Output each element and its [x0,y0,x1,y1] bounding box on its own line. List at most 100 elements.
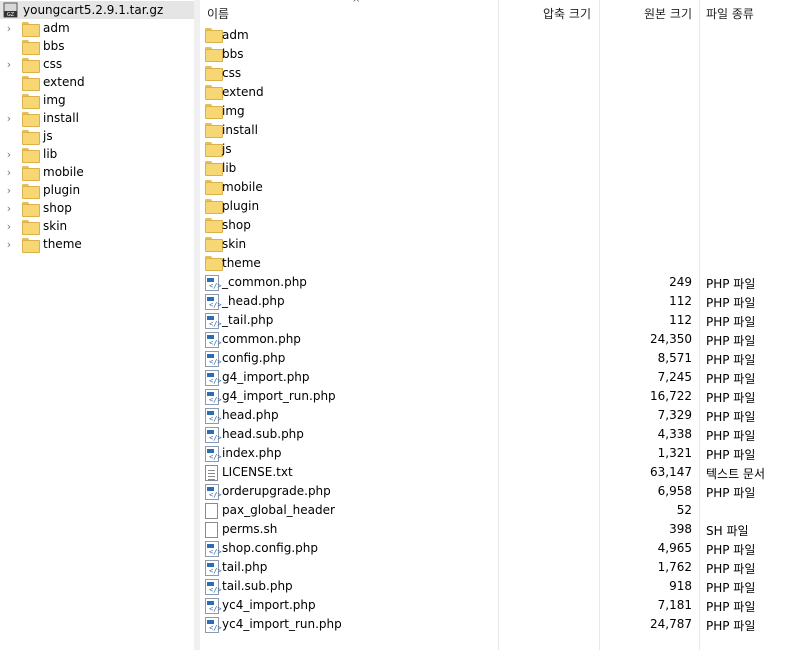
column-header-original[interactable]: 원본 크기 [600,0,699,26]
file-original-size: 7,245 [657,370,692,384]
file-row[interactable]: </> index.php 1,321 PHP 파일 [200,444,800,463]
file-name: skin [222,237,247,251]
php-file-icon: </> [205,560,222,576]
file-name: lib [222,161,237,175]
tree-item[interactable]: › install [0,109,194,127]
file-type: PHP 파일 [706,543,756,557]
code-brackets-icon: </> [209,453,222,461]
tree-item[interactable]: extend [0,73,194,91]
tree-item[interactable]: › skin [0,217,194,235]
chevron-right-icon[interactable]: › [0,199,18,217]
file-row[interactable]: </> _head.php 112 PHP 파일 [200,292,800,311]
column-header-original-label: 원본 크기 [644,6,692,21]
tree-item[interactable]: › adm [0,19,194,37]
folder-icon [22,93,40,109]
tree-item[interactable]: › mobile [0,163,194,181]
file-row[interactable]: LICENSE.txt 63,147 텍스트 문서 [200,463,800,482]
chevron-right-icon[interactable]: › [0,181,18,199]
file-row[interactable]: </> _common.php 249 PHP 파일 [200,273,800,292]
chevron-right-icon[interactable]: › [0,19,18,37]
file-name: shop [222,218,251,232]
file-type: PHP 파일 [706,296,756,310]
file-type: PHP 파일 [706,600,756,614]
tree-item[interactable]: img [0,91,194,109]
file-original-size: 24,787 [650,617,692,631]
column-header-compressed-label: 압축 크기 [543,6,591,21]
chevron-right-icon[interactable]: › [0,217,18,235]
file-row[interactable]: lib [200,159,800,178]
file-row[interactable]: bbs [200,45,800,64]
file-row[interactable]: </> g4_import_run.php 16,722 PHP 파일 [200,387,800,406]
file-name: install [222,123,258,137]
php-file-icon: </> [205,332,222,348]
file-row[interactable]: js [200,140,800,159]
tree-root-archive[interactable]: GZ youngcart5.2.9.1.tar.gz [0,1,194,19]
tree-item[interactable]: js [0,127,194,145]
tree-item[interactable]: bbs [0,37,194,55]
file-row[interactable]: </> tail.php 1,762 PHP 파일 [200,558,800,577]
file-list-pane[interactable]: 이름 ^ 압축 크기 원본 크기 파일 종류 adm bbs css extend im… [200,0,800,650]
file-original-size: 4,965 [657,541,692,555]
file-type: PHP 파일 [706,448,756,462]
folder-icon [22,147,40,163]
file-original-size: 918 [669,579,692,593]
file-row[interactable]: </> yc4_import_run.php 24,787 PHP 파일 [200,615,800,634]
file-row[interactable]: </> orderupgrade.php 6,958 PHP 파일 [200,482,800,501]
tree-item[interactable]: › shop [0,199,194,217]
folder-icon [205,180,223,195]
file-row[interactable]: </> head.sub.php 4,338 PHP 파일 [200,425,800,444]
file-row[interactable]: adm [200,26,800,45]
file-row[interactable]: theme [200,254,800,273]
tree-item[interactable]: › theme [0,235,194,253]
php-file-icon: </> [205,427,222,443]
file-row[interactable]: img [200,102,800,121]
file-row[interactable]: </> common.php 24,350 PHP 파일 [200,330,800,349]
folder-icon [205,123,223,138]
tree-item-label: shop [43,201,72,215]
php-file-icon: </> [205,598,222,614]
file-name: tail.php [222,560,268,574]
file-row[interactable]: css [200,64,800,83]
file-name: config.php [222,351,286,365]
file-name: g4_import_run.php [222,389,336,403]
file-type: PHP 파일 [706,581,756,595]
file-row[interactable]: pax_global_header 52 [200,501,800,520]
chevron-right-icon[interactable]: › [0,235,18,253]
chevron-right-icon[interactable]: › [0,109,18,127]
file-row[interactable]: skin [200,235,800,254]
file-row[interactable]: </> g4_import.php 7,245 PHP 파일 [200,368,800,387]
column-header-compressed[interactable]: 압축 크기 [499,0,599,26]
file-row[interactable]: </> yc4_import.php 7,181 PHP 파일 [200,596,800,615]
file-original-size: 112 [669,313,692,327]
folder-icon [22,75,40,91]
column-header-name[interactable]: 이름 ^ [207,0,497,26]
tree-item[interactable]: › plugin [0,181,194,199]
folder-tree-pane[interactable]: GZ youngcart5.2.9.1.tar.gz › adm bbs › css ex… [0,0,194,650]
column-header-type[interactable]: 파일 종류 [706,0,800,26]
file-row[interactable]: plugin [200,197,800,216]
folder-icon [22,237,40,253]
file-row[interactable]: </> head.php 7,329 PHP 파일 [200,406,800,425]
file-row[interactable]: </> config.php 8,571 PHP 파일 [200,349,800,368]
file-original-size: 1,321 [657,446,692,460]
php-file-icon: </> [205,275,222,291]
file-row[interactable]: extend [200,83,800,102]
column-header-type-label: 파일 종류 [706,6,754,21]
php-file-icon: </> [205,351,222,367]
file-row[interactable]: </> shop.config.php 4,965 PHP 파일 [200,539,800,558]
tree-item[interactable]: › css [0,55,194,73]
chevron-right-icon[interactable]: › [0,55,18,73]
file-row[interactable]: </> _tail.php 112 PHP 파일 [200,311,800,330]
file-row[interactable]: perms.sh 398 SH 파일 [200,520,800,539]
chevron-right-icon[interactable]: › [0,163,18,181]
file-name: adm [222,28,249,42]
blank-file-icon [205,503,218,519]
folder-icon [205,237,223,252]
file-row[interactable]: mobile [200,178,800,197]
file-row[interactable]: install [200,121,800,140]
file-row[interactable]: shop [200,216,800,235]
file-row[interactable]: </> tail.sub.php 918 PHP 파일 [200,577,800,596]
chevron-right-icon[interactable]: › [0,145,18,163]
tree-item[interactable]: › lib [0,145,194,163]
file-name: common.php [222,332,301,346]
